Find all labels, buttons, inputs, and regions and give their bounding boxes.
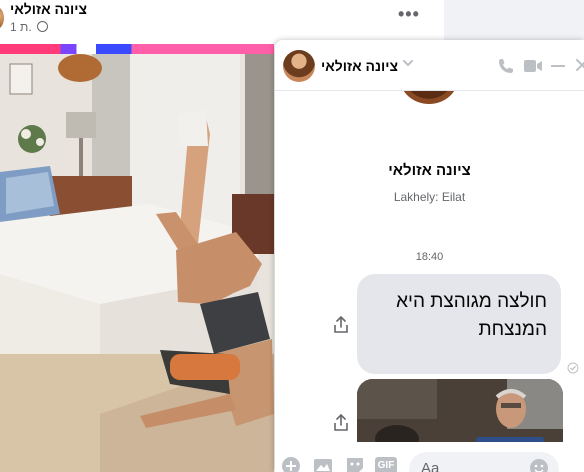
message-timestamp: 18:40 — [415, 251, 444, 263]
gif-icon[interactable]: GIF — [375, 457, 397, 472]
message-text: חולצה מגוהצת היא המנצחת — [396, 291, 547, 340]
post-meta: 1 ת. — [10, 20, 48, 34]
post-time[interactable]: 1 ת. — [10, 20, 32, 34]
messenger-chat-window: ציונה אזולאי ציונה אזולאי Lakhely: Eilat… — [275, 40, 584, 472]
post-author-avatar[interactable] — [0, 6, 4, 30]
post-author-name[interactable]: ציונה אזולאי — [10, 1, 87, 17]
chat-composer: GIF Aa — [275, 442, 584, 472]
contact-name[interactable]: ציונה אזולאי — [321, 58, 398, 74]
post-image-top-strip — [0, 44, 274, 54]
phone-icon[interactable] — [497, 57, 515, 75]
seen-check-icon — [567, 362, 579, 374]
message-bubble[interactable]: חולצה מגוהצת היא המנצחת — [357, 274, 561, 374]
chevron-down-icon[interactable] — [401, 56, 415, 70]
plus-icon[interactable] — [281, 456, 301, 472]
video-frame — [0, 54, 274, 472]
emoji-icon[interactable] — [529, 458, 549, 472]
sticker-icon[interactable] — [345, 456, 365, 472]
video-call-icon[interactable] — [523, 58, 543, 74]
close-icon[interactable] — [575, 57, 584, 73]
profile-name: ציונה אזולאי — [388, 162, 471, 179]
page-background — [444, 0, 584, 42]
contact-avatar[interactable] — [283, 50, 315, 82]
share-icon[interactable] — [333, 316, 349, 334]
chat-conversation[interactable]: ציונה אזולאי Lakhely: Eilat 18:40 חולצה … — [275, 52, 584, 472]
post-more-button[interactable]: ••• — [398, 5, 426, 26]
image-icon[interactable] — [313, 456, 333, 472]
chat-header: ציונה אזולאי — [275, 40, 584, 91]
post-video[interactable] — [0, 54, 274, 472]
minimize-icon[interactable] — [551, 65, 565, 67]
globe-icon — [37, 21, 48, 32]
share-icon[interactable] — [333, 414, 349, 432]
profile-location: Lakhely: Eilat — [393, 190, 466, 204]
